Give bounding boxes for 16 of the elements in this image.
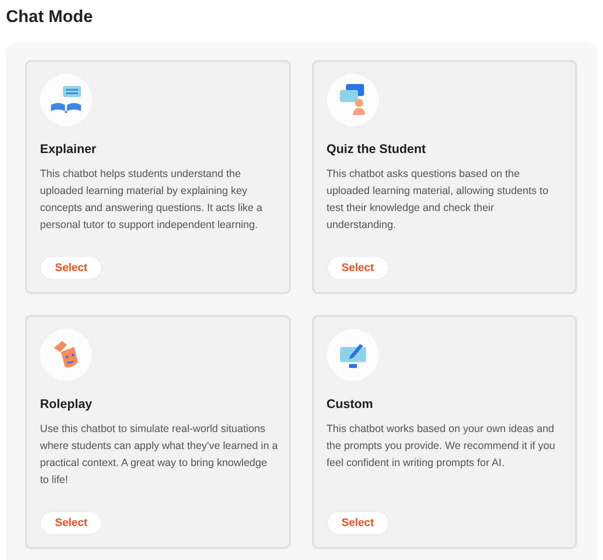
mask-icon [52,340,80,370]
chat-person-icon [338,84,368,116]
card-description: This chatbot helps students understand the uploaded learning material by explaining key concepts and answering questions. It acts like a personal tutor to support independent learning. [40,167,264,233]
book-chat-icon [49,86,83,114]
select-button[interactable]: Select [40,256,102,280]
select-button[interactable]: Select [326,511,389,535]
select-button[interactable]: Select [40,511,102,535]
card-title: Explainer [40,142,98,156]
card-title: Roleplay [40,397,94,411]
card-description: Use this chatbot to simulate real-world situations where students can apply what they've learned in a practical context. A great way to bring knowledge to life! [40,422,278,488]
card-description: This chatbot asks questions based on the uploaded learning material, allowing students to test their knowledge and check their understanding. [326,167,550,233]
card-title: Custom [326,397,374,411]
select-button[interactable]: Select [326,256,389,280]
card-description: This chatbot works based on your own ideas and the prompts you provide. We recommend it if you feel confident in writing prompts for AI. [326,422,556,471]
card-title: Quiz the Student [326,142,427,156]
section-heading: Chat Mode [6,6,94,28]
